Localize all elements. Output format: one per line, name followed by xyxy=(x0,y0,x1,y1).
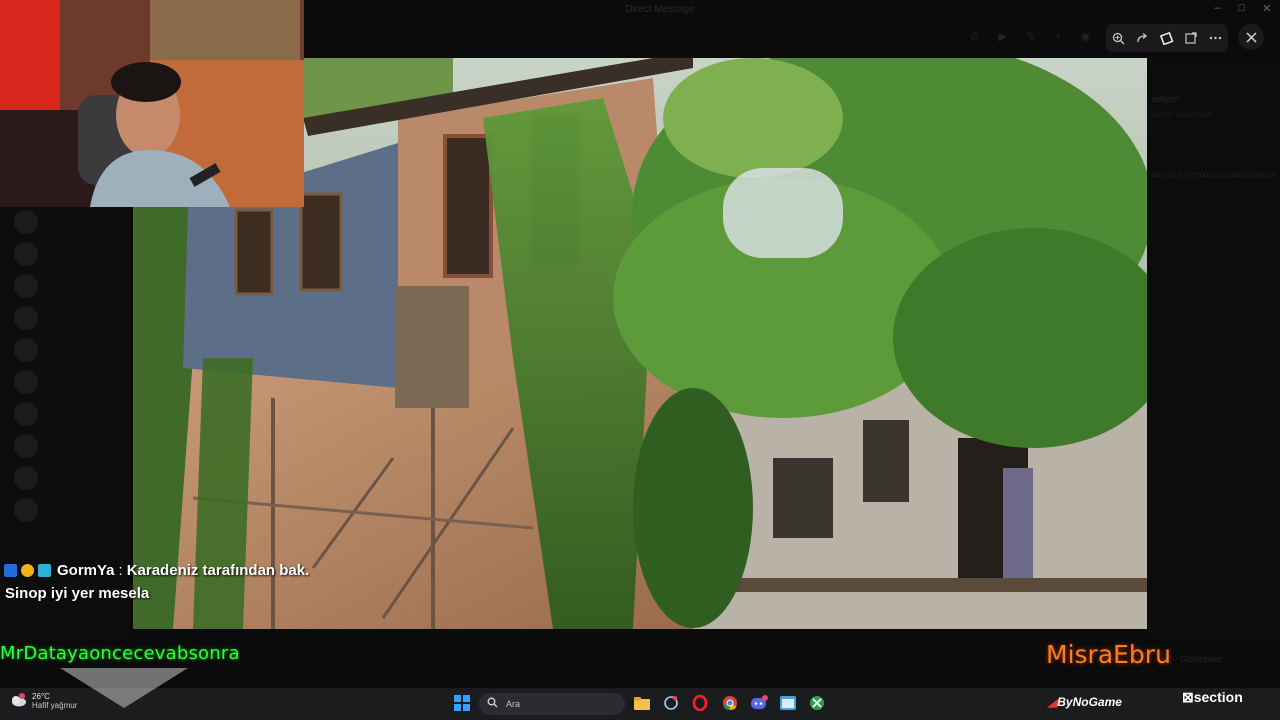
overlay-username-green: MrDatayaoncecevabsonra xyxy=(0,643,240,664)
background-right-text: ediyor! xyxy=(1152,94,1180,104)
window-close-button[interactable]: ✕ xyxy=(1262,2,1271,20)
crop-icon[interactable] xyxy=(1156,27,1178,49)
profile-icon: ◉ xyxy=(1080,31,1091,43)
maximize-button[interactable]: □ xyxy=(1238,2,1245,20)
phone-icon: ✆ xyxy=(969,31,979,43)
background-right-text: bluntoya jnenoduusı pakkandamah xyxy=(1152,170,1277,179)
overlay-username-orange: MisraEbru xyxy=(1046,640,1171,669)
image-viewer-toolbar xyxy=(1106,24,1228,52)
pin-icon: ✎ xyxy=(1026,31,1036,43)
rotate-icon[interactable] xyxy=(1132,27,1154,49)
taskbar-search[interactable]: Ara xyxy=(479,693,625,715)
more-icon[interactable] xyxy=(1205,27,1227,49)
window-controls: – □ ✕ xyxy=(1206,2,1280,20)
weather-icon xyxy=(8,691,28,711)
avatar xyxy=(14,498,38,522)
file-explorer-icon[interactable] xyxy=(633,694,651,712)
chat-message-text: Karadeniz tarafından bak. xyxy=(126,561,310,579)
chat-message: GormYa : Karadeniz tarafından bak. xyxy=(0,558,360,582)
avatar xyxy=(14,370,38,394)
close-viewer-button[interactable] xyxy=(1238,24,1264,50)
add-user-icon: + xyxy=(1054,30,1062,42)
chat-username: GormYa xyxy=(57,561,115,579)
chrome-icon[interactable] xyxy=(721,694,739,712)
background-right-panel xyxy=(1148,60,1280,640)
explorer-window-icon[interactable] xyxy=(779,694,797,712)
badge-icon xyxy=(38,563,51,577)
chat-separator: : xyxy=(118,561,123,579)
chat-overlay: GormYa : Karadeniz tarafından bak. Sinop… xyxy=(0,558,360,602)
avatar xyxy=(14,306,38,330)
windows-start-icon[interactable] xyxy=(454,695,470,711)
sponsor-logo: ◢ByNoGame xyxy=(1048,695,1122,709)
avatar xyxy=(14,466,38,490)
channel-logo: ⊠section xyxy=(1182,689,1243,706)
avatar xyxy=(14,242,38,266)
avatar xyxy=(14,434,38,458)
search-icon xyxy=(487,697,498,711)
background-toolbar: ✆ ▶ ✎ + ◉ xyxy=(960,30,1100,48)
background-right-text: Görüntüler xyxy=(1180,654,1223,664)
background-right-text: ıscher ünseknyer xyxy=(1152,110,1213,119)
background-app-title: Direct Message xyxy=(625,4,695,15)
xbox-icon[interactable] xyxy=(808,694,826,712)
webcam-overlay xyxy=(0,0,304,207)
search-placeholder: Ara xyxy=(506,699,521,709)
avatar xyxy=(14,402,38,426)
snipping-icon[interactable] xyxy=(662,694,680,712)
chat-message-text: Sinop iyi yer mesela xyxy=(5,585,150,602)
overlay-funnel-graphic xyxy=(60,668,188,708)
minimize-button[interactable]: – xyxy=(1215,2,1221,20)
opera-icon[interactable] xyxy=(691,694,709,712)
badge-icon xyxy=(4,563,17,577)
expand-icon[interactable] xyxy=(1180,27,1202,49)
sponsor-mark-icon: ◢ xyxy=(1048,695,1058,709)
video-icon: ▶ xyxy=(998,31,1007,43)
avatar xyxy=(14,338,38,362)
discord-icon[interactable] xyxy=(750,694,768,712)
section-logo-text: section xyxy=(1193,689,1243,705)
avatar xyxy=(14,210,38,234)
section-logo-icon: ⊠ xyxy=(1182,689,1194,705)
badge-icon xyxy=(21,563,34,577)
close-icon xyxy=(1245,31,1257,43)
avatar xyxy=(14,274,38,298)
zoom-in-icon[interactable] xyxy=(1107,27,1129,49)
sponsor-text: ByNoGame xyxy=(1057,695,1122,709)
